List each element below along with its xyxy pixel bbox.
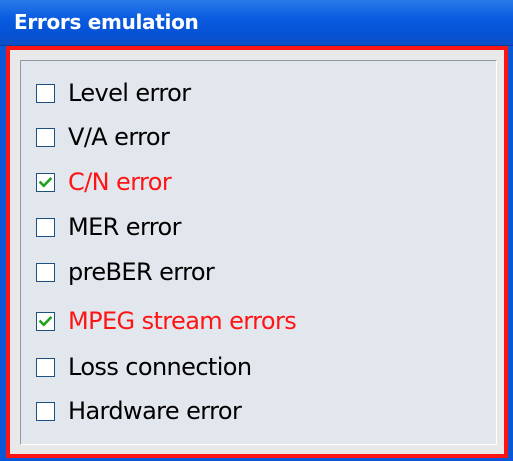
option-hardware-error[interactable]: Hardware error: [36, 396, 242, 426]
option-level-error[interactable]: Level error: [36, 78, 191, 108]
option-va-error[interactable]: V/A error: [36, 122, 170, 152]
checkbox-level-error[interactable]: [36, 83, 55, 103]
checkbox-loss-connection[interactable]: [36, 357, 55, 377]
checkmark-icon: [39, 315, 52, 327]
checkbox-va-error[interactable]: [36, 127, 55, 147]
option-mer-error[interactable]: MER error: [36, 212, 181, 242]
checkmark-icon: [39, 176, 52, 188]
title-bar[interactable]: Errors emulation: [0, 0, 513, 46]
label-loss-connection: Loss connection: [68, 353, 252, 381]
checkbox-cn-error[interactable]: [36, 172, 55, 192]
checkbox-preber-error[interactable]: [36, 262, 55, 282]
option-loss-connection[interactable]: Loss connection: [36, 352, 252, 382]
label-hardware-error: Hardware error: [68, 397, 242, 425]
errors-emulation-window: Errors emulation Level error V/A error C…: [0, 0, 513, 461]
options-panel: [20, 60, 497, 445]
label-mpeg-stream-errors: MPEG stream errors: [68, 307, 297, 335]
checkbox-mer-error[interactable]: [36, 217, 55, 237]
checkbox-hardware-error[interactable]: [36, 401, 55, 421]
label-va-error: V/A error: [68, 123, 170, 151]
label-cn-error: C/N error: [68, 168, 172, 196]
checkbox-mpeg-stream-errors[interactable]: [36, 311, 55, 331]
option-preber-error[interactable]: preBER error: [36, 257, 215, 287]
label-level-error: Level error: [68, 79, 191, 107]
window-title: Errors emulation: [14, 10, 199, 34]
option-mpeg-stream-errors[interactable]: MPEG stream errors: [36, 306, 297, 336]
label-preber-error: preBER error: [68, 258, 215, 286]
option-cn-error[interactable]: C/N error: [36, 167, 172, 197]
label-mer-error: MER error: [68, 213, 181, 241]
